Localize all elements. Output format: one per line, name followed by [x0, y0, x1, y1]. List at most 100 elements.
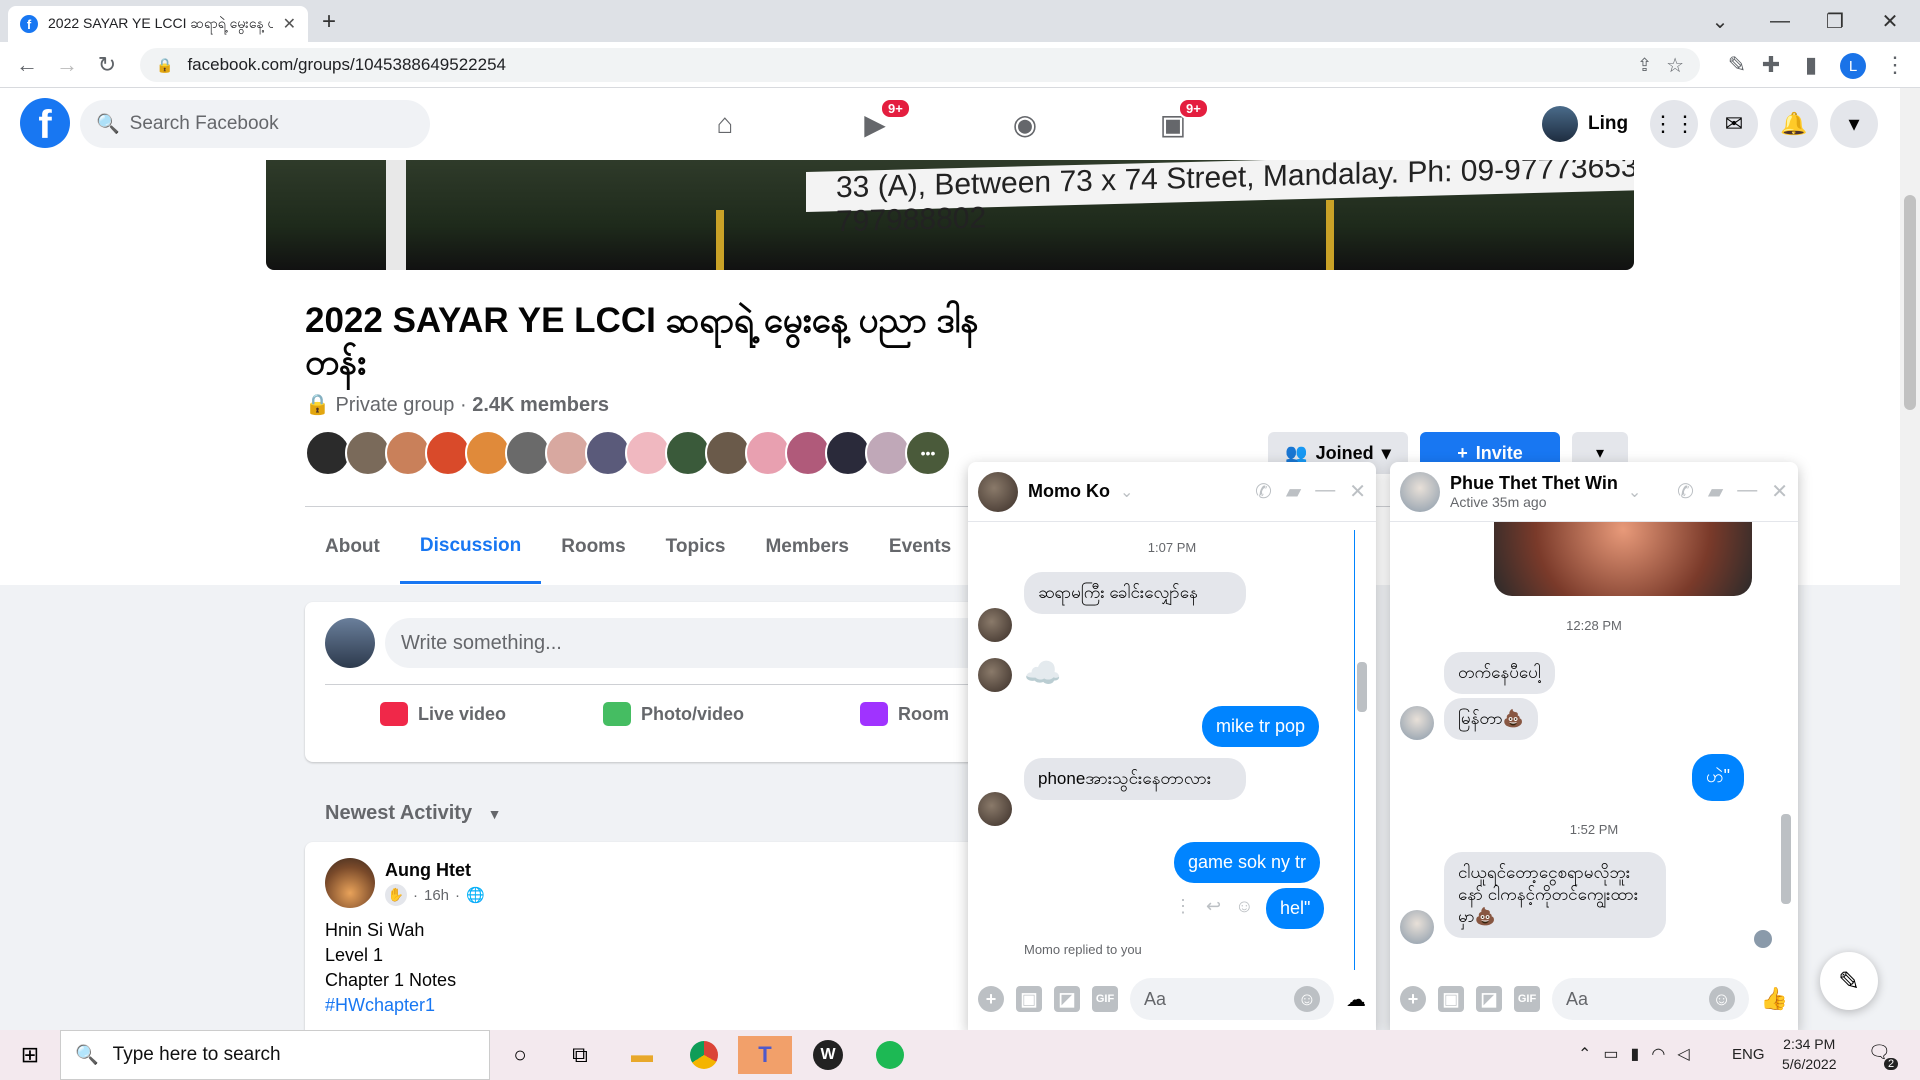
teams-icon[interactable]: T — [738, 1036, 792, 1074]
message-input[interactable]: Aa ☺ — [1130, 978, 1334, 1020]
facebook-search-input[interactable]: 🔍 Search Facebook — [80, 100, 430, 148]
sticker-icon[interactable]: ◪ — [1054, 986, 1080, 1012]
restore-icon[interactable]: ❐ — [1815, 6, 1855, 36]
plus-circle-icon[interactable]: + — [1400, 986, 1426, 1012]
puzzle-extensions-icon[interactable]: ✚ — [1756, 50, 1786, 80]
extension-icon[interactable]: ✎ — [1722, 50, 1752, 80]
chevron-down-icon[interactable]: ⌄ — [1120, 482, 1133, 502]
post-author-avatar[interactable] — [325, 858, 375, 908]
message-incoming[interactable]: တက်နေပီပေါ့ — [1444, 652, 1555, 694]
thumbs-up-icon[interactable]: 👍 — [1761, 986, 1788, 1012]
newest-activity-sort[interactable]: Newest Activity ▼ — [325, 802, 502, 825]
wattpad-icon[interactable]: W — [808, 1036, 848, 1074]
message-outgoing[interactable]: ဟဲ" — [1692, 754, 1745, 801]
gif-icon[interactable]: GIF — [1092, 986, 1118, 1012]
volume-icon[interactable]: ◁ — [1677, 1044, 1689, 1064]
post-hashtag-link[interactable]: #HWchapter1 — [325, 995, 435, 1016]
side-panel-icon[interactable]: ▮ — [1796, 50, 1826, 80]
plus-circle-icon[interactable]: + — [978, 986, 1004, 1012]
message-incoming[interactable]: ဆရာမကြီး ခေါင်းလျှော်နေ — [1024, 572, 1246, 614]
tab-members[interactable]: Members — [745, 510, 868, 584]
browser-tab[interactable]: f 2022 SAYAR YE LCCI ဆရာရဲ့ မွေးနေ့ ပညာဒ… — [8, 6, 308, 42]
live-video-button[interactable]: Live video — [380, 702, 506, 726]
image-icon[interactable]: ▣ — [1438, 986, 1464, 1012]
message-incoming[interactable]: မြန်တာ💩 — [1444, 698, 1539, 740]
chat-header[interactable]: Phue Thet Thet Win Active 35m ago ⌄ ✆ ▰ … — [1390, 462, 1798, 522]
groups-icon[interactable]: ◉ — [995, 100, 1055, 148]
reply-icon[interactable]: ↩ — [1206, 896, 1221, 917]
react-smiley-icon[interactable]: ☺ — [1235, 896, 1253, 917]
wifi-icon[interactable]: ◠ — [1651, 1044, 1665, 1064]
sender-avatar[interactable] — [978, 658, 1012, 692]
sender-avatar[interactable] — [978, 608, 1012, 642]
new-message-compose-icon[interactable]: ✎ — [1820, 952, 1878, 1010]
meet-now-icon[interactable]: ▭ — [1603, 1044, 1618, 1064]
chat-avatar[interactable] — [1400, 471, 1440, 512]
facebook-logo-icon[interactable]: f — [20, 98, 70, 148]
windows-start-icon[interactable]: ⊞ — [10, 1036, 50, 1074]
menu-grid-icon[interactable]: ⋮⋮ — [1650, 100, 1698, 148]
notifications-bell-icon[interactable]: 🔔 — [1770, 100, 1818, 148]
image-icon[interactable]: ▣ — [1016, 986, 1042, 1012]
messenger-icon[interactable]: ✉ — [1710, 100, 1758, 148]
message-outgoing[interactable]: mike tr pop — [1202, 706, 1320, 747]
room-button[interactable]: Room — [860, 702, 949, 726]
more-actions-icon[interactable]: ⋮ — [1174, 896, 1192, 917]
shared-photo[interactable] — [1494, 522, 1752, 596]
chat-avatar[interactable] — [978, 471, 1018, 512]
message-incoming[interactable]: ငါယူရင်တော့ငွေစရာမလိုဘူးနော် ငါကနင့်ကိုတ… — [1444, 852, 1666, 938]
tab-about[interactable]: About — [305, 510, 400, 584]
post-author-name[interactable]: Aung Htet — [385, 860, 471, 881]
share-icon[interactable]: ⇪ — [1637, 55, 1652, 76]
forward-icon[interactable]: → — [52, 50, 82, 80]
tab-topics[interactable]: Topics — [646, 510, 746, 584]
tab-events[interactable]: Events — [869, 510, 971, 584]
chevron-down-icon[interactable]: ⌄ — [1628, 482, 1641, 502]
clock[interactable]: 2:34 PM 5/6/2022 — [1782, 1034, 1837, 1074]
members-count[interactable]: 2.4K members — [472, 394, 609, 416]
photo-video-button[interactable]: Photo/video — [603, 702, 744, 726]
back-icon[interactable]: ← — [12, 50, 42, 80]
close-chat-icon[interactable]: ✕ — [1771, 479, 1788, 504]
minimize-chat-icon[interactable]: — — [1737, 479, 1757, 504]
member-avatars[interactable]: ••• — [305, 430, 951, 476]
tab-search-icon[interactable]: ⌄ — [1700, 6, 1740, 36]
new-tab-button[interactable]: + — [322, 8, 336, 36]
message-incoming[interactable]: phoneအားသွင်းနေတာလား — [1024, 758, 1246, 800]
close-chat-icon[interactable]: ✕ — [1349, 479, 1366, 504]
menu-kebab-icon[interactable]: ⋮ — [1880, 50, 1910, 80]
bookmark-star-icon[interactable]: ☆ — [1666, 53, 1684, 78]
chat-name[interactable]: Momo Ko — [1028, 481, 1110, 502]
tab-discussion[interactable]: Discussion — [399, 510, 542, 584]
spotify-icon[interactable] — [870, 1036, 910, 1074]
chat-header[interactable]: Momo Ko ⌄ ✆ ▰ — ✕ — [968, 462, 1376, 522]
phone-icon[interactable]: ✆ — [1255, 479, 1272, 504]
sender-avatar[interactable] — [1400, 706, 1434, 740]
post-time[interactable]: 16h — [424, 887, 449, 904]
chat-scrollbar[interactable] — [1354, 530, 1364, 970]
gif-icon[interactable]: GIF — [1514, 986, 1540, 1012]
cortana-icon[interactable]: ○ — [500, 1036, 540, 1074]
video-camera-icon[interactable]: ▰ — [1286, 479, 1301, 504]
close-window-icon[interactable]: ✕ — [1870, 6, 1910, 36]
chrome-icon[interactable] — [684, 1036, 724, 1074]
sticker-icon[interactable]: ◪ — [1476, 986, 1502, 1012]
chat-name-block[interactable]: Phue Thet Thet Win Active 35m ago — [1450, 473, 1618, 510]
address-bar[interactable]: 🔒 facebook.com/groups/1045388649522254 ⇪… — [140, 48, 1700, 82]
sender-avatar[interactable] — [1400, 910, 1434, 944]
minimize-icon[interactable]: — — [1760, 6, 1800, 36]
more-members-icon[interactable]: ••• — [905, 430, 951, 476]
write-something-input[interactable]: Write something... — [385, 618, 1005, 668]
emoji-icon[interactable]: ☺ — [1708, 986, 1735, 1012]
chevron-up-icon[interactable]: ⌃ — [1578, 1044, 1591, 1064]
home-icon[interactable]: ⌂ — [695, 100, 755, 148]
profile-avatar[interactable]: L — [1840, 53, 1866, 79]
chat-scrollbar-thumb[interactable] — [1357, 662, 1367, 712]
quick-reaction-cloud-icon[interactable]: ☁ — [1346, 987, 1366, 1012]
message-outgoing[interactable]: game sok ny tr — [1174, 842, 1321, 883]
message-input[interactable]: Aa ☺ — [1552, 978, 1749, 1020]
close-tab-icon[interactable]: ✕ — [283, 14, 296, 34]
file-explorer-icon[interactable]: ▬ — [622, 1036, 662, 1074]
battery-icon[interactable]: ▮ — [1631, 1044, 1640, 1064]
message-cloud-emoji[interactable]: ☁️ — [1024, 656, 1061, 691]
